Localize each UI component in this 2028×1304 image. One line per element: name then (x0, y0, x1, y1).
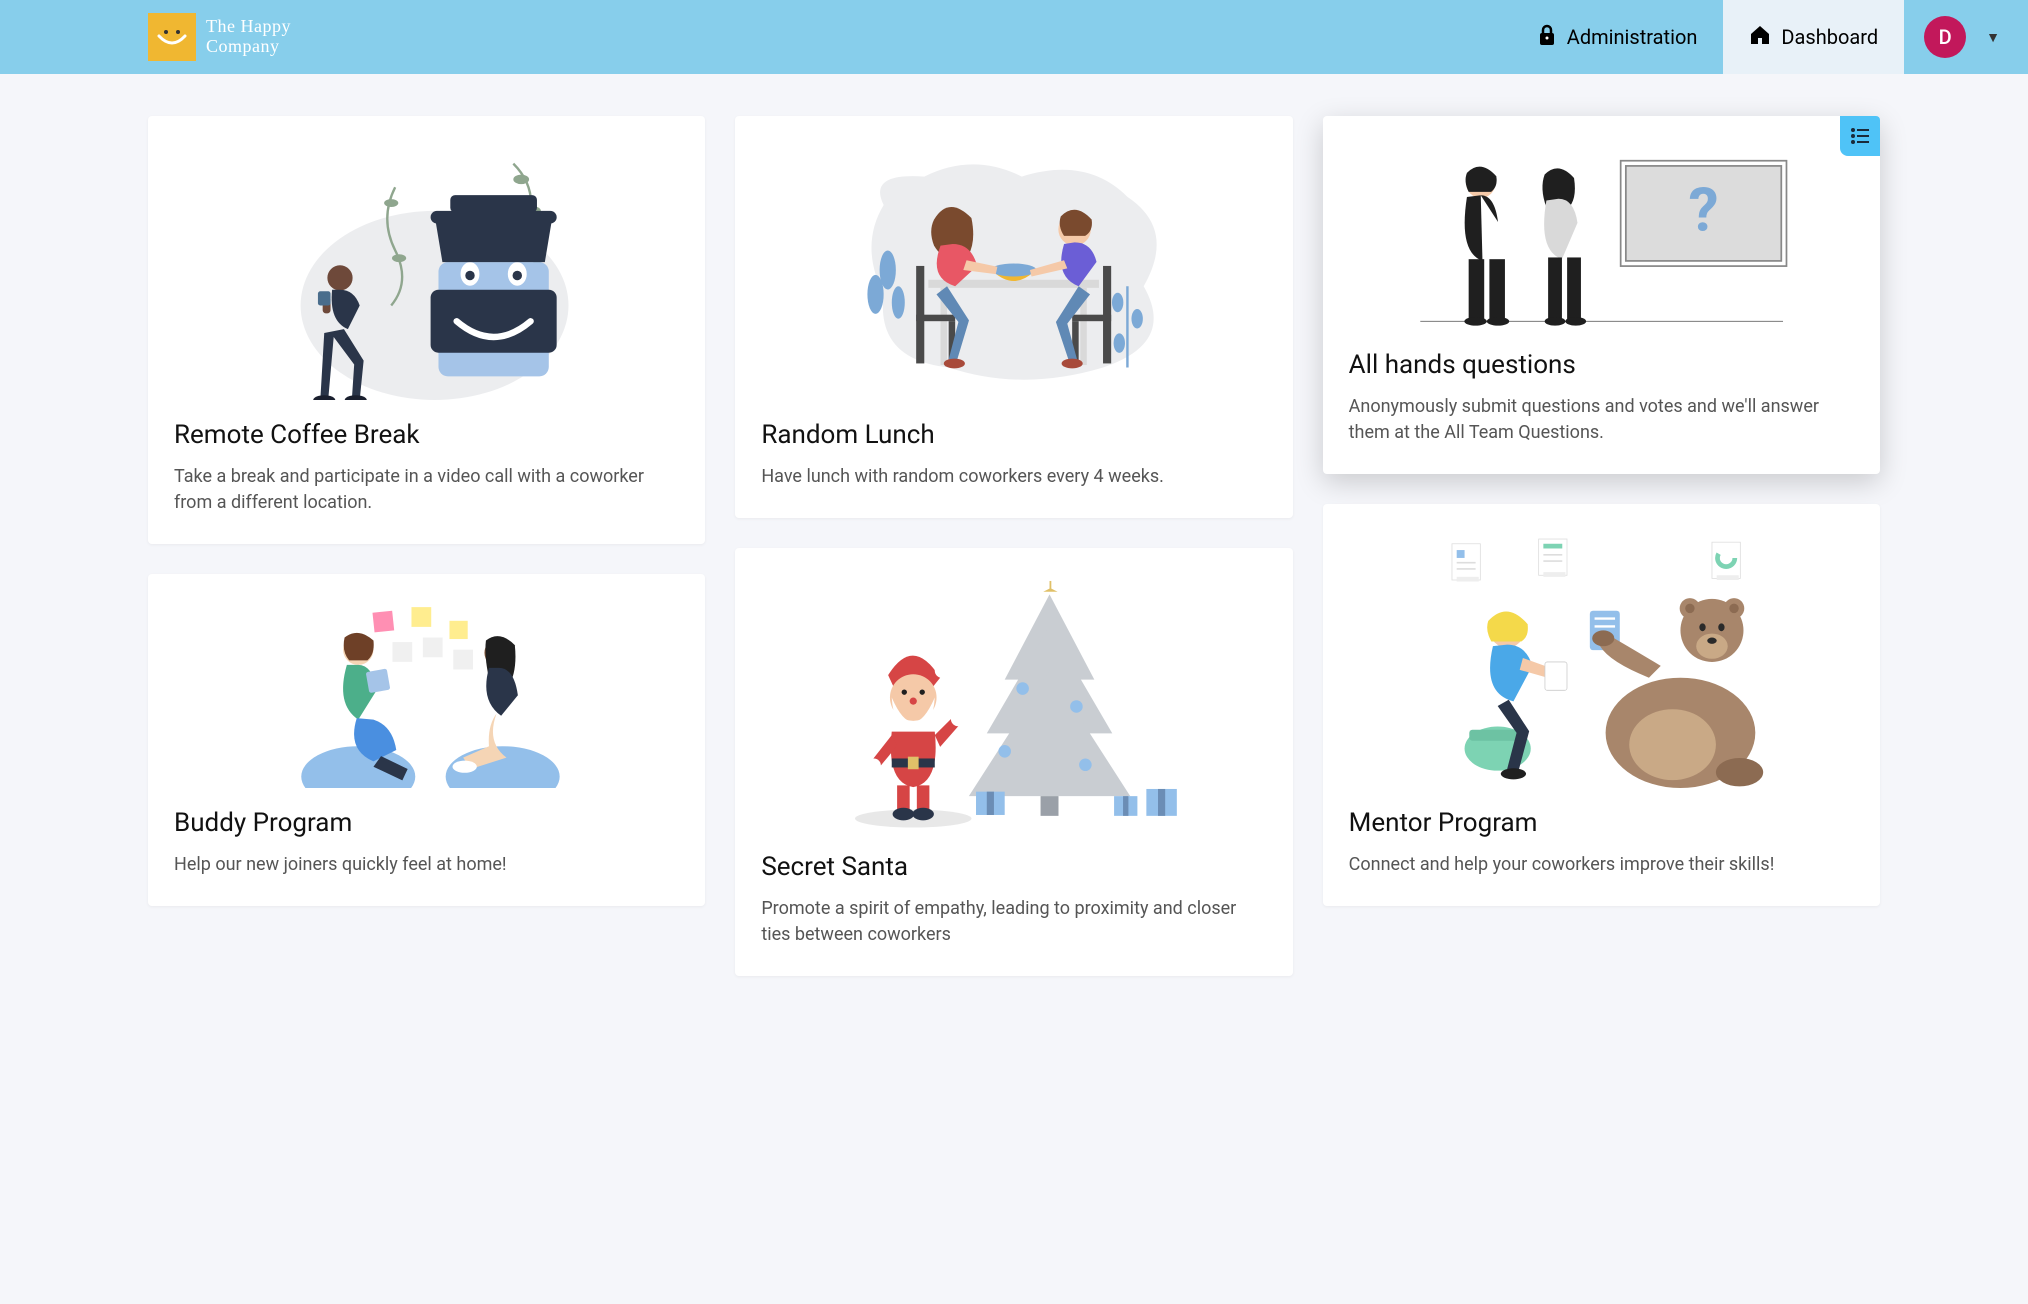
card-random-lunch[interactable]: Random Lunch Have lunch with random cowo… (735, 116, 1292, 518)
card-description: Have lunch with random coworkers every 4… (761, 464, 1266, 490)
card-remote-coffee-break[interactable]: Remote Coffee Break Take a break and par… (148, 116, 705, 544)
illustration-santa (761, 572, 1266, 832)
card-title: All hands questions (1349, 350, 1854, 380)
illustration-mentor (1349, 528, 1854, 788)
home-icon (1749, 24, 1771, 51)
card-description: Connect and help your coworkers improve … (1349, 852, 1854, 878)
card-buddy-program[interactable]: Buddy Program Help our new joiners quick… (148, 574, 705, 906)
card-description: Promote a spirit of empathy, leading to … (761, 896, 1266, 948)
illustration-buddy (174, 598, 679, 788)
card-mentor-program[interactable]: Mentor Program Connect and help your cow… (1323, 504, 1880, 906)
card-title: Random Lunch (761, 420, 1266, 450)
card-title: Mentor Program (1349, 808, 1854, 838)
main-content: Remote Coffee Break Take a break and par… (0, 74, 2028, 1018)
chevron-down-icon: ▼ (1986, 29, 2000, 46)
nav-administration[interactable]: Administration (1511, 0, 1724, 74)
nav-label: Administration (1567, 25, 1698, 49)
card-description: Help our new joiners quickly feel at hom… (174, 852, 679, 878)
lock-icon (1537, 24, 1557, 51)
nav-dashboard[interactable]: Dashboard (1723, 0, 1904, 74)
brand-name: The Happy Company (206, 17, 291, 57)
brand-logo[interactable]: The Happy Company (148, 13, 291, 61)
card-secret-santa[interactable]: Secret Santa Promote a spirit of empathy… (735, 548, 1292, 976)
logo-icon (148, 13, 196, 61)
card-description: Take a break and participate in a video … (174, 464, 679, 516)
illustration-coffee (174, 140, 679, 400)
card-title: Buddy Program (174, 808, 679, 838)
card-title: Remote Coffee Break (174, 420, 679, 450)
app-header: The Happy Company Administration Dashboa… (0, 0, 2028, 74)
illustration-questions: ? (1349, 140, 1854, 330)
card-description: Anonymously submit questions and votes a… (1349, 394, 1854, 446)
list-icon (1840, 116, 1880, 156)
card-all-hands-questions[interactable]: ? (1323, 116, 1880, 474)
illustration-lunch (761, 140, 1266, 400)
svg-text:?: ? (1688, 175, 1718, 246)
avatar: D (1924, 16, 1966, 58)
card-title: Secret Santa (761, 852, 1266, 882)
nav-label: Dashboard (1781, 25, 1878, 49)
user-menu[interactable]: D ▼ (1904, 0, 2028, 74)
card-grid: Remote Coffee Break Take a break and par… (148, 116, 1880, 976)
